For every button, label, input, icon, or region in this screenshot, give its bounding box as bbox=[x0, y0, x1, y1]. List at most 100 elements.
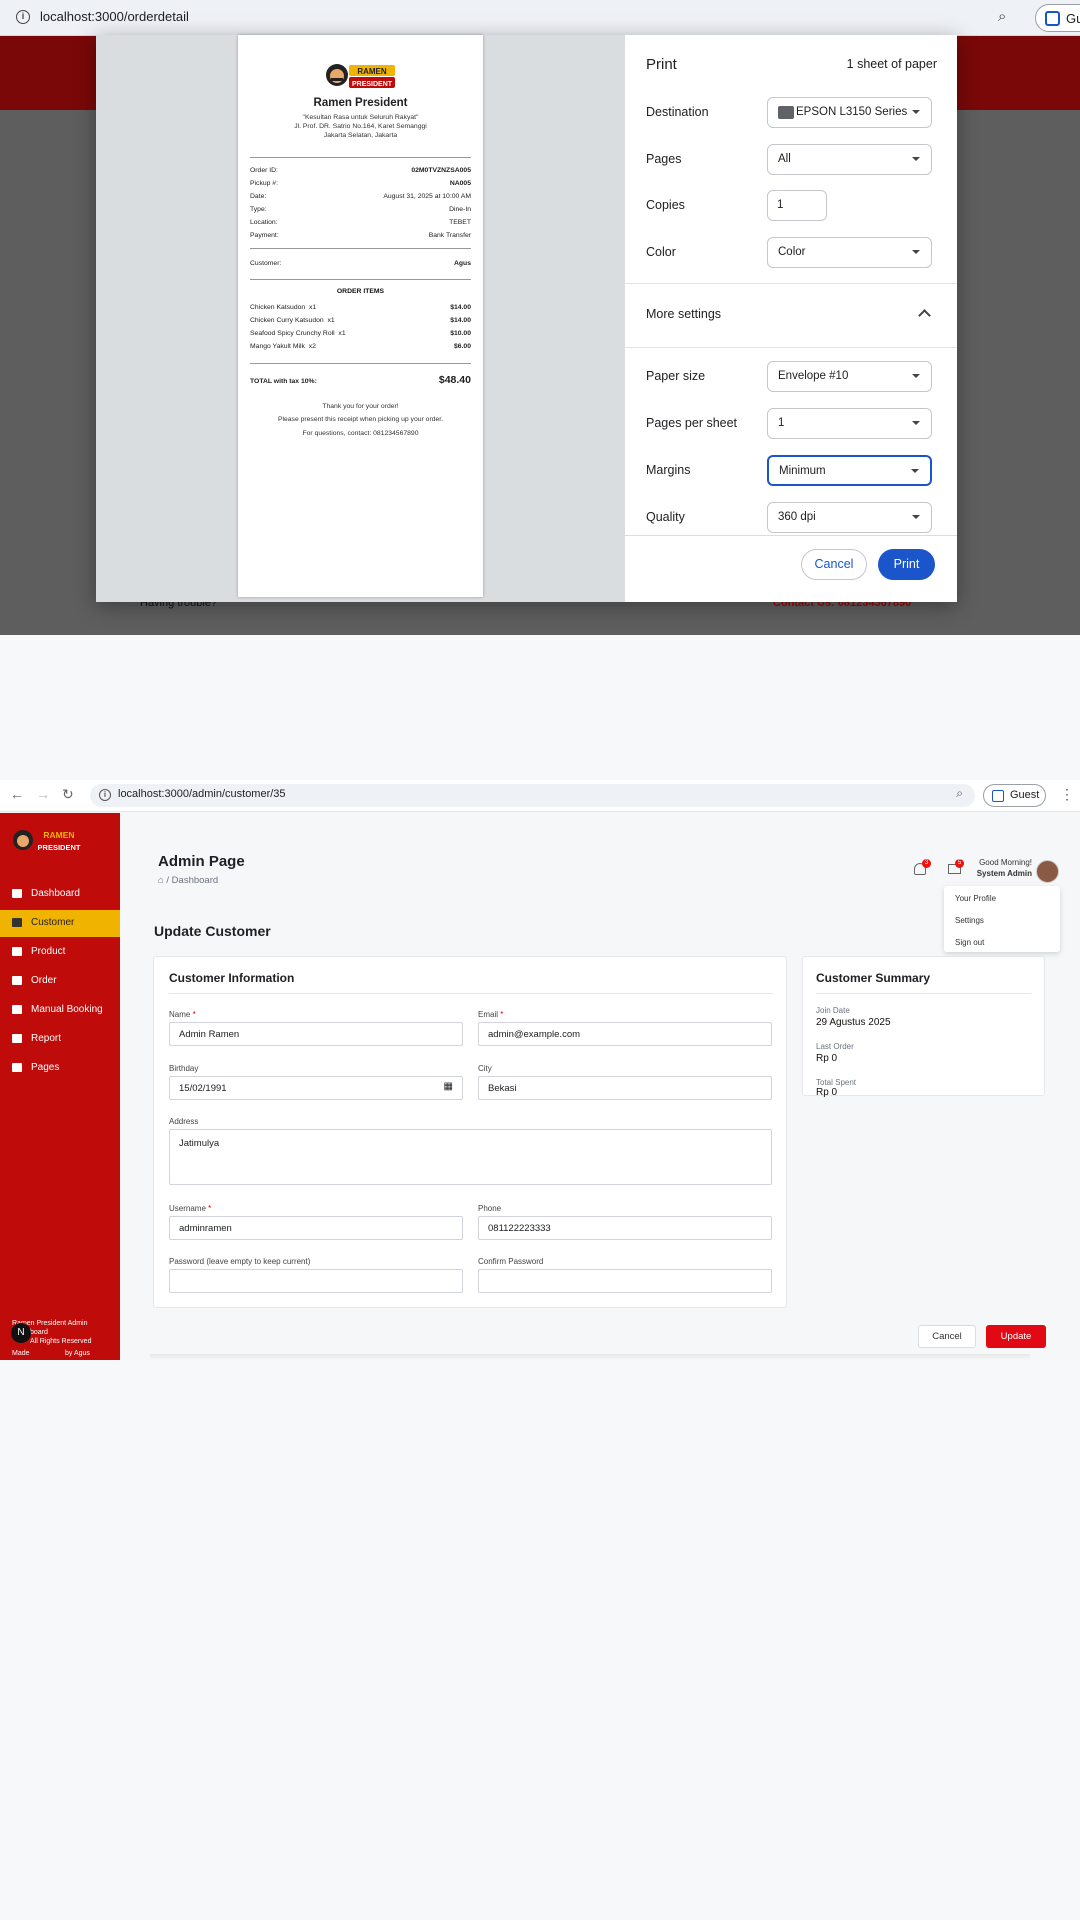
quality-value: 360 dpi bbox=[778, 511, 816, 523]
receipt-tagline: "Kesultan Rasa untuk Seluruh Rakyat" bbox=[302, 114, 419, 121]
destination-select[interactable]: EPSON L3150 Series bbox=[767, 97, 932, 128]
menu-sign-out[interactable]: Sign out bbox=[955, 938, 984, 947]
svg-text:PRESIDENT: PRESIDENT bbox=[352, 81, 393, 88]
birthday-input[interactable]: 15/02/1991 ▦ bbox=[169, 1076, 463, 1100]
chevron-up-icon[interactable] bbox=[918, 309, 931, 322]
print-cancel-button[interactable]: Cancel bbox=[801, 549, 867, 580]
destination-value: EPSON L3150 Series bbox=[796, 106, 908, 118]
pages-per-sheet-label: Pages per sheet bbox=[646, 416, 738, 430]
receipt-info-row: Location: TEBET bbox=[250, 219, 471, 226]
user-name: System Admin bbox=[976, 869, 1032, 878]
zoom-icon[interactable]: ⌕ bbox=[998, 8, 1006, 25]
profile-label: Gu bbox=[1066, 11, 1080, 26]
sidebar-item-label: Product bbox=[31, 946, 66, 957]
sidebar-item-product[interactable]: Product bbox=[0, 939, 120, 966]
chevron-down-icon bbox=[912, 250, 920, 254]
reload-icon[interactable]: ↻ bbox=[62, 786, 74, 803]
receipt-restaurant-name: Ramen President bbox=[313, 97, 408, 109]
email-input[interactable]: admin@example.com bbox=[478, 1022, 772, 1046]
sidebar-item-label: Report bbox=[31, 1033, 62, 1044]
sidebar-item-order[interactable]: Order bbox=[0, 968, 120, 995]
zoom-icon[interactable]: ⌕ bbox=[956, 786, 963, 801]
profile-icon bbox=[992, 790, 1004, 802]
quality-select[interactable]: 360 dpi bbox=[767, 502, 932, 533]
profile-button[interactable]: Guest bbox=[983, 784, 1046, 807]
cancel-button[interactable]: Cancel bbox=[918, 1325, 976, 1348]
page-title: Admin Page bbox=[158, 853, 245, 870]
print-button[interactable]: Print bbox=[878, 549, 935, 580]
username-input[interactable]: adminramen bbox=[169, 1216, 463, 1240]
address-textarea[interactable]: Jatimulya bbox=[169, 1129, 772, 1185]
sidebar-item-dashboard[interactable]: Dashboard bbox=[0, 881, 120, 908]
paper-size-select[interactable]: Envelope #10 bbox=[767, 361, 932, 392]
svg-text:RAMEN: RAMEN bbox=[357, 67, 387, 76]
pages-per-sheet-select[interactable]: 1 bbox=[767, 408, 932, 439]
receipt-page: RAMEN PRESIDENT Ramen President "Kesulta… bbox=[238, 35, 483, 597]
profile-icon bbox=[1045, 11, 1060, 26]
margins-select[interactable]: Minimum bbox=[767, 455, 932, 486]
page-bottom-shadow bbox=[150, 1354, 1030, 1360]
sidebar-item-customer[interactable]: Customer bbox=[0, 910, 120, 937]
profile-button[interactable]: Gu bbox=[1035, 4, 1080, 32]
user-greeting[interactable]: Good Morning! System Admin bbox=[960, 858, 1032, 878]
calendar-icon[interactable]: ▦ bbox=[444, 1081, 453, 1092]
print-dialog: RAMEN PRESIDENT Ramen President "Kesulta… bbox=[96, 35, 957, 602]
sidebar-item-manual-booking[interactable]: Manual Booking bbox=[0, 997, 120, 1024]
name-input[interactable]: Admin Ramen bbox=[169, 1022, 463, 1046]
address-bar[interactable]: i localhost:3000/admin/customer/35 ⌕ bbox=[90, 784, 975, 807]
join-date-label: Join Date bbox=[816, 1006, 850, 1015]
margins-value: Minimum bbox=[779, 465, 826, 477]
notification-badge: 3 bbox=[922, 859, 931, 868]
pages-select[interactable]: All bbox=[767, 144, 932, 175]
nextjs-badge[interactable]: N bbox=[11, 1323, 31, 1343]
breadcrumb-dashboard[interactable]: Dashboard bbox=[172, 875, 218, 886]
receipt-thanks: Thank you for your order! bbox=[322, 403, 399, 410]
sidebar-item-label: Manual Booking bbox=[31, 1004, 103, 1015]
pages-icon bbox=[12, 1063, 22, 1072]
menu-icon[interactable]: ⋮ bbox=[1060, 786, 1074, 803]
receipt-present-note: Please present this receipt when picking… bbox=[277, 416, 444, 423]
sidebar-item-label: Dashboard bbox=[31, 888, 80, 899]
divider bbox=[625, 347, 957, 348]
sidebar-item-report[interactable]: Report bbox=[0, 1026, 120, 1053]
more-settings-toggle[interactable]: More settings bbox=[646, 307, 721, 321]
sidebar-item-pages[interactable]: Pages bbox=[0, 1055, 120, 1082]
address-bar[interactable]: localhost:3000/orderdetail bbox=[40, 9, 189, 24]
receipt-address-1: Jl. Prof. DR. Satrio No.164, Karet Seman… bbox=[294, 123, 427, 130]
receipt-item-row: Mango Yakult Milk x2 $6.00 bbox=[250, 343, 471, 350]
update-customer-title: Update Customer bbox=[154, 923, 271, 939]
back-icon[interactable]: ← bbox=[10, 786, 24, 802]
password-input[interactable] bbox=[169, 1269, 463, 1293]
sidebar-footer-line: All Rights Reserved bbox=[30, 1338, 92, 1345]
confirm-password-input[interactable] bbox=[478, 1269, 772, 1293]
chevron-down-icon bbox=[912, 421, 920, 425]
sidebar-footer-line: by Agus bbox=[65, 1350, 90, 1357]
breadcrumb: ⌂ / Dashboard bbox=[158, 875, 219, 886]
menu-your-profile[interactable]: Your Profile bbox=[955, 894, 996, 903]
paper-size-value: Envelope #10 bbox=[778, 370, 849, 382]
user-dropdown-menu: Your Profile Settings Sign out bbox=[944, 886, 1060, 952]
receipt-divider bbox=[250, 248, 471, 249]
forward-icon[interactable]: → bbox=[36, 786, 50, 802]
receipt-item-row: Seafood Spicy Crunchy Roll x1 $10.00 bbox=[250, 330, 471, 337]
sheet-count: 1 sheet of paper bbox=[846, 57, 937, 71]
menu-settings[interactable]: Settings bbox=[955, 916, 984, 925]
site-info-icon[interactable]: i bbox=[99, 789, 111, 801]
avatar[interactable] bbox=[1036, 860, 1059, 883]
receipt-divider bbox=[250, 157, 471, 158]
birthday-label: Birthday bbox=[169, 1064, 199, 1073]
phone-input[interactable]: 081122223333 bbox=[478, 1216, 772, 1240]
color-select[interactable]: Color bbox=[767, 237, 932, 268]
copies-input[interactable]: 1 bbox=[767, 190, 827, 221]
update-button[interactable]: Update bbox=[986, 1325, 1046, 1348]
city-input[interactable]: Bekasi bbox=[478, 1076, 772, 1100]
divider bbox=[169, 993, 773, 994]
address-label: Address bbox=[169, 1117, 199, 1126]
sidebar-item-label: Customer bbox=[31, 917, 75, 928]
report-icon bbox=[12, 1034, 22, 1043]
receipt-info-row: Date: August 31, 2025 at 10:00 AM bbox=[250, 193, 471, 200]
home-icon[interactable]: ⌂ bbox=[158, 875, 164, 886]
site-info-icon[interactable]: i bbox=[16, 10, 30, 24]
profile-label: Guest bbox=[1010, 789, 1040, 801]
customer-info-card: Customer Information Name * Admin Ramen … bbox=[153, 956, 787, 1308]
